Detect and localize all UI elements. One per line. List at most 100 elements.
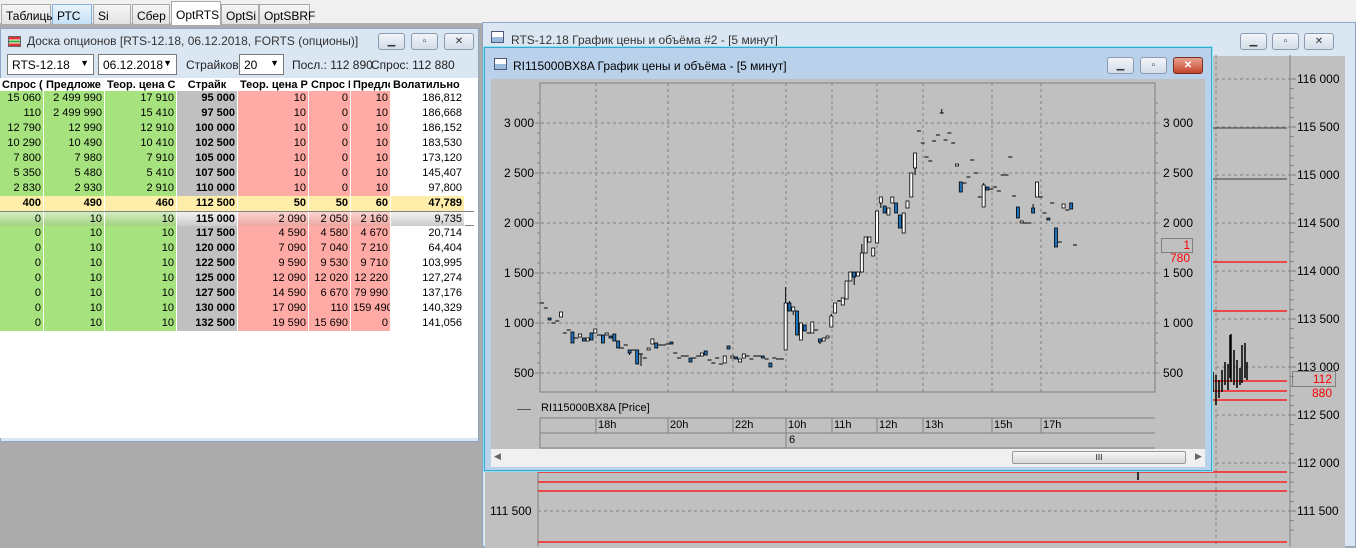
candle xyxy=(886,207,891,216)
candle xyxy=(604,332,609,336)
candle xyxy=(825,335,830,339)
y-tick-label: 3 000 xyxy=(503,116,534,130)
candle xyxy=(547,317,552,321)
y-tick-label-right: 2 000 xyxy=(1163,216,1194,230)
candle xyxy=(955,163,959,167)
y-tick-label-right: 3 000 xyxy=(1163,116,1194,130)
y-tick-label: 1 000 xyxy=(503,316,534,330)
candle xyxy=(646,347,651,351)
candle xyxy=(882,205,887,214)
y-tick-label: 500 xyxy=(513,366,534,380)
candle xyxy=(795,310,799,336)
candle xyxy=(570,331,575,344)
candle xyxy=(578,333,582,338)
candle xyxy=(833,302,838,314)
candle xyxy=(859,244,864,273)
candle xyxy=(585,337,590,342)
candle xyxy=(1061,203,1066,209)
candle xyxy=(848,271,853,282)
candle xyxy=(601,334,605,344)
y-tick-label-right: 1 500 xyxy=(1163,266,1194,280)
y-tick-label-right: 500 xyxy=(1163,366,1184,380)
candle xyxy=(856,271,860,277)
candle xyxy=(1069,202,1074,210)
candle xyxy=(913,152,917,175)
candle xyxy=(1019,220,1024,224)
candle xyxy=(905,200,910,209)
candle xyxy=(875,210,879,244)
legend-series: RI115000BX8A [Price] xyxy=(541,402,650,414)
candle xyxy=(787,301,792,312)
candle xyxy=(981,183,986,208)
time-label: 20h xyxy=(670,419,689,431)
candle xyxy=(593,328,598,334)
candle xyxy=(791,306,796,315)
candle xyxy=(1054,227,1058,248)
candle xyxy=(638,353,643,366)
candle xyxy=(783,287,788,351)
y-tick-label: 1 500 xyxy=(503,266,534,280)
candle xyxy=(798,322,803,341)
candle xyxy=(726,345,731,350)
candle xyxy=(901,212,906,234)
candle xyxy=(818,338,822,344)
time-label: 11h xyxy=(834,419,852,431)
candle xyxy=(810,321,815,334)
candle xyxy=(821,337,826,342)
candle xyxy=(581,337,586,342)
y-tick-label-right: 1 000 xyxy=(1163,316,1194,330)
candle xyxy=(829,314,834,328)
candle xyxy=(897,214,902,229)
plot-frame xyxy=(539,82,1156,393)
candle xyxy=(654,342,659,349)
candle xyxy=(741,353,746,359)
candle xyxy=(985,186,990,191)
candle xyxy=(650,338,655,345)
time-label: 12h xyxy=(879,419,898,431)
day-label: 6 xyxy=(789,434,796,446)
candle xyxy=(700,352,704,357)
candle xyxy=(703,350,708,356)
candle xyxy=(939,109,944,114)
candle xyxy=(836,300,841,302)
candle xyxy=(863,236,868,254)
candle xyxy=(844,280,849,300)
candle xyxy=(730,355,735,359)
candle xyxy=(669,341,674,345)
candle xyxy=(878,196,883,208)
candle xyxy=(871,247,876,257)
candle xyxy=(589,332,594,341)
time-label: 10h xyxy=(788,419,807,431)
candle xyxy=(802,324,807,332)
candle xyxy=(1015,206,1020,219)
time-label: 22h xyxy=(735,419,754,431)
legend-line-icon xyxy=(517,409,531,410)
candle xyxy=(840,297,845,306)
candle xyxy=(1035,181,1039,198)
candle xyxy=(867,236,872,243)
y-tick-label: 2 500 xyxy=(503,166,534,180)
candle xyxy=(734,356,739,360)
candle xyxy=(635,349,640,365)
candle xyxy=(768,362,773,368)
time-label: 18h xyxy=(598,419,617,431)
time-label: 13h xyxy=(925,419,944,431)
y-tick-label: 2 000 xyxy=(503,216,534,230)
time-label: 15h xyxy=(994,419,1013,431)
last-price-tag: 1 780 xyxy=(1161,238,1193,265)
candle xyxy=(890,196,895,204)
candle xyxy=(958,181,963,193)
y-tick-label-right: 2 500 xyxy=(1163,166,1194,180)
candle xyxy=(852,271,857,285)
candle xyxy=(627,349,632,355)
candle xyxy=(760,355,765,359)
candle xyxy=(616,340,621,349)
option-price-chart xyxy=(535,82,1160,449)
candle xyxy=(688,357,693,363)
candle xyxy=(738,358,742,363)
candle xyxy=(559,311,563,318)
candle xyxy=(1046,217,1051,221)
time-label: 17h xyxy=(1043,419,1062,431)
candle xyxy=(722,355,727,364)
candle xyxy=(612,333,617,342)
